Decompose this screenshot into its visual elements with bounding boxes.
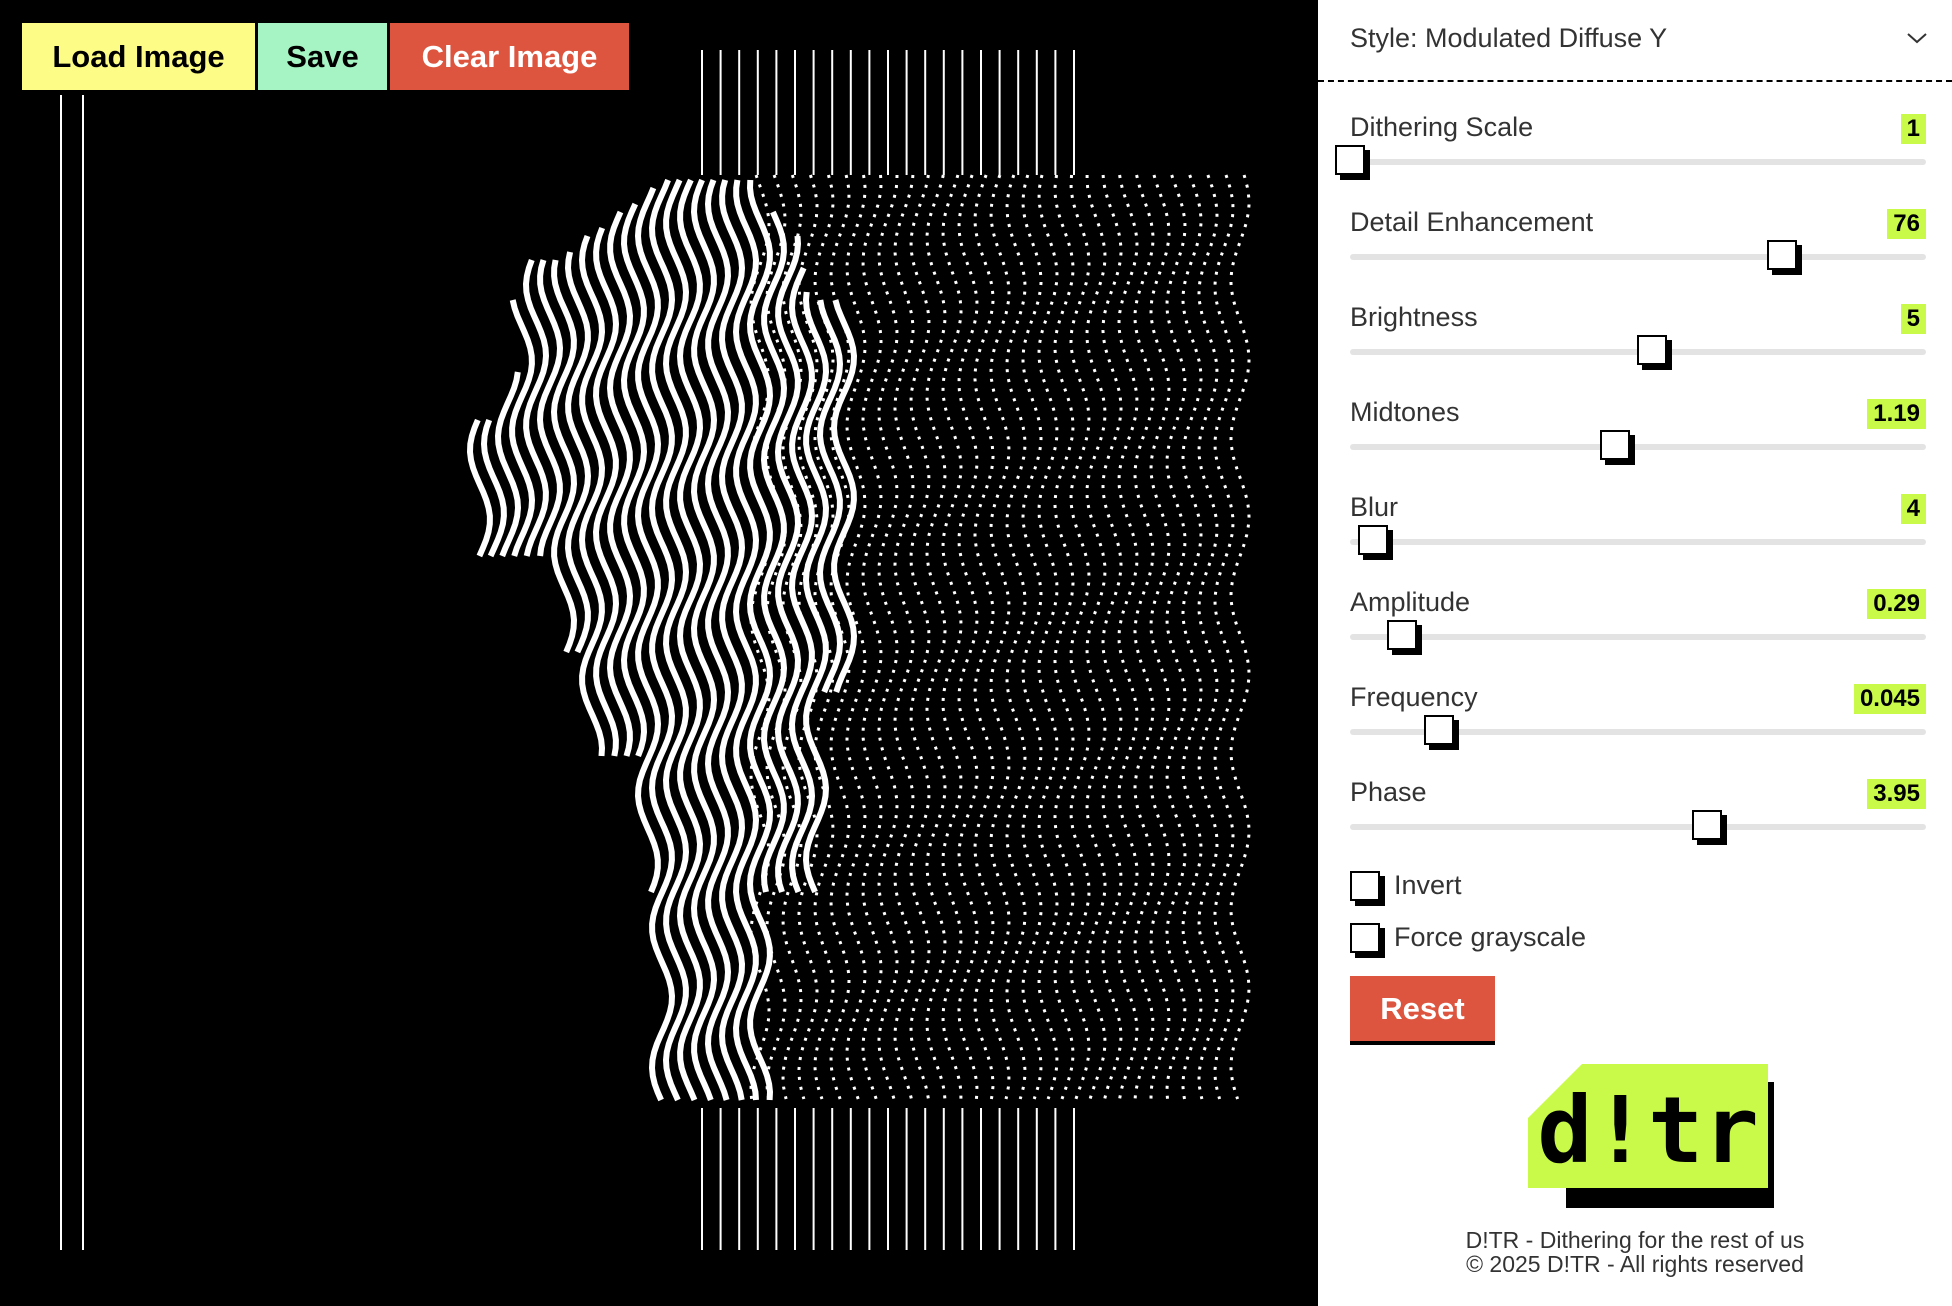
frequency-slider-thumb[interactable] [1424, 715, 1455, 745]
blur-slider[interactable] [1350, 525, 1926, 555]
detail-enhancement-slider[interactable] [1350, 240, 1926, 270]
style-select[interactable]: Style: Modulated Diffuse Y [1350, 10, 1928, 66]
phase-slider[interactable] [1350, 810, 1926, 840]
image-canvas: Load Image Save Clear Image [0, 0, 1318, 1306]
amplitude-label: Amplitude [1350, 587, 1471, 617]
phase-value: 3.95 [1867, 779, 1926, 809]
phase-label: Phase [1350, 777, 1427, 807]
logo-text: d!tr [1537, 1077, 1759, 1184]
dithering-scale-slider-thumb[interactable] [1335, 145, 1365, 175]
brightness-slider[interactable] [1350, 335, 1926, 365]
detail-enhancement-control: Detail Enhancement 76 [1350, 207, 1926, 287]
dithering-scale-control: Dithering Scale 1 [1335, 112, 1926, 192]
frequency-label: Frequency [1350, 682, 1478, 712]
dithering-scale-value: 1 [1900, 114, 1926, 144]
settings-panel: Style: Modulated Diffuse Y Dithering Sca… [1318, 0, 1952, 1306]
invert-label: Invert [1394, 870, 1462, 900]
toolbar: Load Image Save Clear Image [22, 23, 629, 90]
midtones-label: Midtones [1350, 397, 1460, 427]
frequency-slider[interactable] [1350, 715, 1926, 745]
midtones-control: Midtones 1.19 [1350, 397, 1926, 477]
clear-image-button[interactable]: Clear Image [390, 23, 629, 90]
phase-control: Phase 3.95 [1350, 777, 1926, 857]
force-grayscale-checkbox[interactable]: Force grayscale [1350, 922, 1586, 953]
footer-tagline: D!TR - Dithering for the rest of us [1465, 1227, 1805, 1253]
dithering-scale-label: Dithering Scale [1350, 112, 1534, 142]
load-image-button[interactable]: Load Image [22, 23, 255, 90]
frequency-value: 0.045 [1853, 684, 1926, 714]
footer-copyright: © 2025 D!TR - All rights reserved [1466, 1251, 1804, 1277]
force-grayscale-checkbox-box[interactable] [1350, 922, 1380, 953]
brightness-label: Brightness [1350, 302, 1478, 332]
invert-checkbox-box[interactable] [1350, 870, 1380, 901]
force-grayscale-label: Force grayscale [1394, 922, 1587, 952]
detail-enhancement-value: 76 [1887, 209, 1926, 239]
reset-button[interactable]: Reset [1350, 976, 1495, 1045]
midtones-slider-thumb[interactable] [1599, 430, 1630, 460]
phase-slider-thumb[interactable] [1692, 810, 1723, 840]
ditr-logo: d!tr [1528, 1064, 1774, 1208]
blur-control: Blur 4 [1350, 492, 1926, 572]
footer: D!TR - Dithering for the rest of us © 20… [1318, 1228, 1952, 1276]
invert-checkbox[interactable]: Invert [1350, 870, 1462, 901]
chevron-down-icon [1907, 33, 1927, 44]
amplitude-slider[interactable] [1350, 620, 1926, 650]
blur-slider-thumb[interactable] [1358, 525, 1389, 555]
brightness-value: 5 [1900, 304, 1926, 334]
frequency-control: Frequency 0.045 [1350, 682, 1926, 762]
midtones-value: 1.19 [1867, 399, 1926, 429]
amplitude-slider-thumb[interactable] [1386, 620, 1417, 650]
brightness-control: Brightness 5 [1350, 302, 1926, 382]
dithering-scale-slider[interactable] [1335, 145, 1926, 175]
style-select-label: Style: Modulated Diffuse Y [1350, 22, 1668, 53]
divider [1318, 80, 1952, 82]
dithered-image [60, 50, 1251, 1250]
brightness-slider-thumb[interactable] [1637, 335, 1668, 365]
blur-value: 4 [1900, 494, 1926, 524]
blur-label: Blur [1350, 492, 1399, 522]
detail-enhancement-label: Detail Enhancement [1350, 207, 1594, 237]
detail-enhancement-slider-thumb[interactable] [1767, 240, 1797, 270]
save-button[interactable]: Save [258, 23, 387, 90]
midtones-slider[interactable] [1350, 430, 1926, 460]
amplitude-value: 0.29 [1867, 589, 1926, 619]
amplitude-control: Amplitude 0.29 [1350, 587, 1926, 667]
